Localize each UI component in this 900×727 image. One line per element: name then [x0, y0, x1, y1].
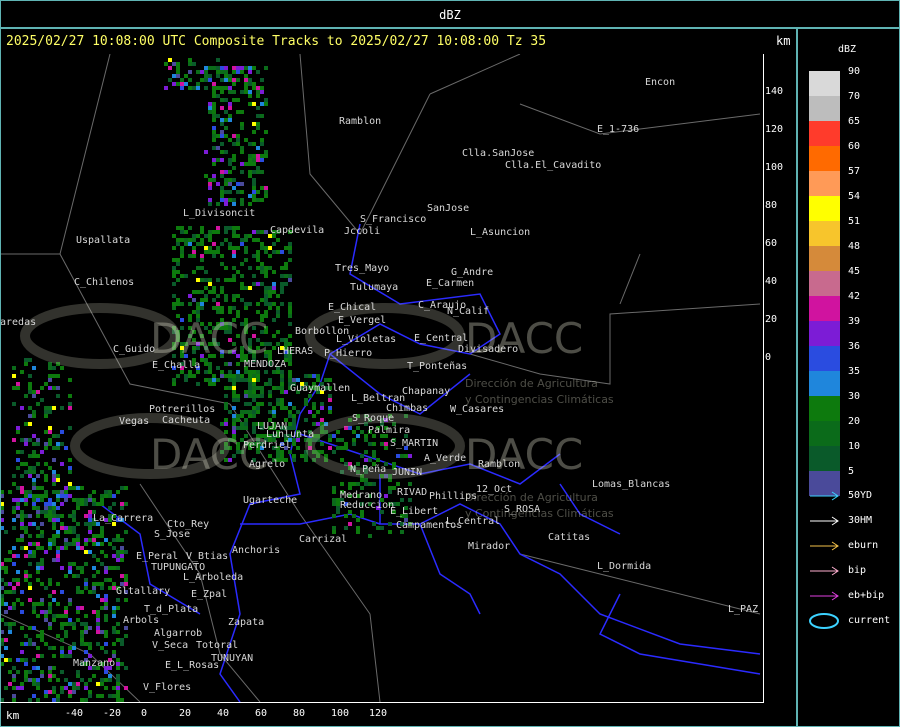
legend-bin-label: 54	[848, 191, 861, 202]
legend-swatch	[809, 271, 840, 296]
legend-track-label: 50YD	[848, 490, 873, 501]
legend-swatch	[809, 146, 840, 171]
y-tick-label: 140	[765, 86, 784, 97]
legend-swatch	[809, 196, 840, 221]
legend-track-label: 30HM	[848, 515, 873, 526]
arrow-icon	[810, 591, 839, 601]
legend-swatch	[809, 321, 840, 346]
legend-swatch	[809, 71, 840, 96]
x-axis-line	[0, 702, 764, 703]
window-title: dBZ	[439, 8, 461, 22]
y-tick-label: 80	[765, 200, 778, 211]
x-tick-label: 40	[217, 708, 230, 719]
legend-track-label: eburn	[848, 540, 879, 551]
x-tick-label: -20	[103, 708, 122, 719]
legend-swatch	[809, 296, 840, 321]
legend-bin-label: 65	[848, 116, 861, 127]
legend-track-label: current	[848, 615, 891, 626]
y-tick-label: 120	[765, 124, 784, 135]
title-bar: dBZ	[0, 0, 900, 28]
legend-swatch	[809, 221, 840, 246]
legend-bin-label: 20	[848, 416, 861, 427]
legend-bin-label: 51	[848, 216, 861, 227]
legend-bin-label: 42	[848, 291, 861, 302]
legend-swatch	[809, 121, 840, 146]
legend-bin-label: 36	[848, 341, 861, 352]
legend-bin-label: 39	[848, 316, 861, 327]
legend-title: dBZ	[838, 44, 857, 55]
legend-swatch	[809, 96, 840, 121]
legend-bin-label: 5	[848, 466, 855, 477]
legend-swatch	[809, 421, 840, 446]
legend-bin-label: 45	[848, 266, 861, 277]
y-tick-label: 40	[765, 276, 778, 287]
x-axis-unit: km	[6, 709, 20, 722]
x-tick-label: -40	[65, 708, 84, 719]
x-tick-label: 0	[141, 708, 148, 719]
y-axis-line	[763, 54, 764, 702]
legend-bin-label: 90	[848, 66, 861, 77]
x-tick-label: 20	[179, 708, 192, 719]
ellipse-icon	[809, 613, 839, 629]
plot-frame	[0, 28, 797, 727]
legend-bin-label: 48	[848, 241, 861, 252]
x-tick-label: 80	[293, 708, 306, 719]
arrow-icon	[810, 491, 839, 501]
legend-swatch	[809, 171, 840, 196]
y-tick-label: 100	[765, 162, 784, 173]
legend-bin-label: 35	[848, 366, 861, 377]
x-tick-label: 120	[369, 708, 388, 719]
legend-bin-label: 70	[848, 91, 861, 102]
arrow-icon	[810, 566, 839, 576]
arrow-icon	[810, 516, 839, 526]
legend-swatch	[809, 396, 840, 421]
legend-swatch	[809, 346, 840, 371]
x-tick-label: 60	[255, 708, 268, 719]
y-tick-label: 60	[765, 238, 778, 249]
legend-track-label: bip	[848, 565, 867, 576]
legend-bin-label: 10	[848, 441, 861, 452]
legend-swatch	[809, 371, 840, 396]
legend-bin-label: 57	[848, 166, 861, 177]
y-tick-label: 0	[765, 352, 772, 363]
legend-bin-label: 60	[848, 141, 861, 152]
legend-bin-label: 30	[848, 391, 861, 402]
x-tick-label: 100	[331, 708, 350, 719]
legend-swatch	[809, 446, 840, 471]
legend-track-label: eb+bip	[848, 590, 885, 601]
arrow-icon	[810, 541, 839, 551]
legend-swatch	[809, 246, 840, 271]
y-tick-label: 20	[765, 314, 778, 325]
